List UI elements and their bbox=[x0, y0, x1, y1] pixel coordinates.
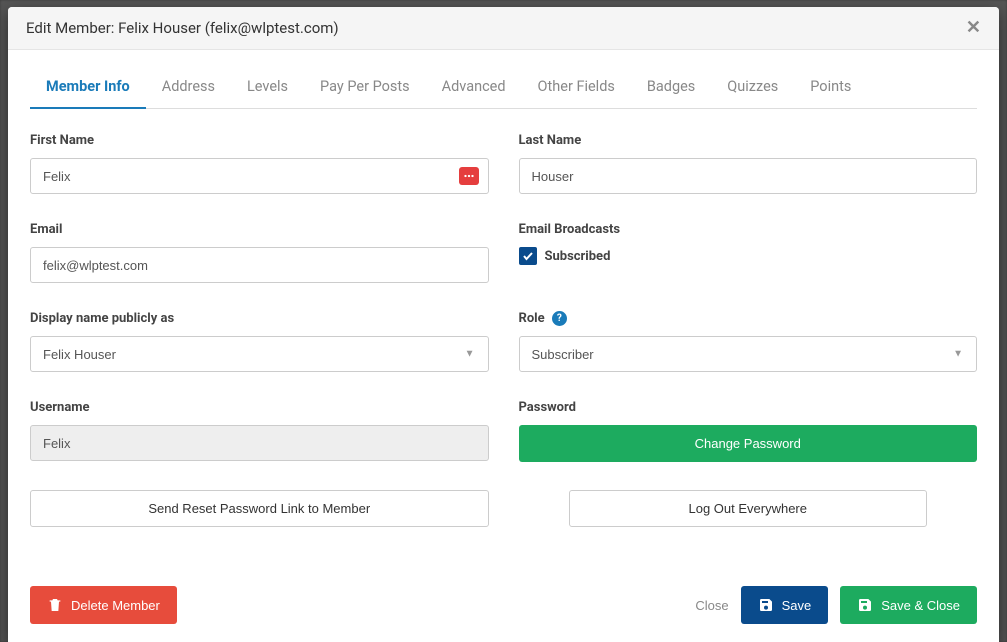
tab-address[interactable]: Address bbox=[146, 68, 231, 109]
tab-other-fields[interactable]: Other Fields bbox=[522, 68, 631, 109]
last-name-input[interactable] bbox=[519, 158, 978, 194]
display-name-select[interactable] bbox=[30, 336, 489, 372]
delete-member-button[interactable]: Delete Member bbox=[30, 586, 177, 624]
tab-bar: Member Info Address Levels Pay Per Posts… bbox=[30, 68, 977, 109]
help-icon[interactable]: ? bbox=[552, 311, 567, 326]
close-button[interactable]: Close bbox=[695, 598, 728, 613]
save-icon bbox=[758, 597, 774, 613]
save-icon bbox=[857, 597, 873, 613]
change-password-button[interactable]: Change Password bbox=[519, 425, 978, 462]
modal-header: Edit Member: Felix Houser (felix@wlptest… bbox=[8, 7, 999, 50]
tab-pay-per-posts[interactable]: Pay Per Posts bbox=[304, 68, 426, 109]
save-close-button[interactable]: Save & Close bbox=[840, 586, 977, 624]
first-name-input[interactable] bbox=[30, 158, 489, 194]
username-label: Username bbox=[30, 400, 489, 415]
password-manager-icon[interactable] bbox=[459, 167, 479, 185]
tab-badges[interactable]: Badges bbox=[631, 68, 711, 109]
send-reset-link-button[interactable]: Send Reset Password Link to Member bbox=[30, 490, 489, 527]
subscribed-checkbox[interactable] bbox=[519, 247, 537, 265]
save-button[interactable]: Save bbox=[741, 586, 829, 624]
last-name-label: Last Name bbox=[519, 133, 978, 148]
display-name-label: Display name publicly as bbox=[30, 311, 489, 326]
role-select[interactable] bbox=[519, 336, 978, 372]
password-label: Password bbox=[519, 400, 978, 415]
edit-member-modal: Edit Member: Felix Houser (felix@wlptest… bbox=[8, 7, 999, 642]
subscribed-label: Subscribed bbox=[545, 249, 611, 264]
tab-points[interactable]: Points bbox=[794, 68, 867, 109]
modal-title: Edit Member: Felix Houser (felix@wlptest… bbox=[26, 19, 339, 37]
close-icon[interactable]: ✕ bbox=[966, 19, 981, 37]
tab-levels[interactable]: Levels bbox=[231, 68, 304, 109]
email-input[interactable] bbox=[30, 247, 489, 283]
tab-quizzes[interactable]: Quizzes bbox=[711, 68, 794, 109]
tab-advanced[interactable]: Advanced bbox=[426, 68, 522, 109]
username-input bbox=[30, 425, 489, 461]
first-name-label: First Name bbox=[30, 133, 489, 148]
tab-member-info[interactable]: Member Info bbox=[30, 68, 146, 109]
role-label: Role ? bbox=[519, 311, 978, 326]
email-label: Email bbox=[30, 222, 489, 237]
trash-icon bbox=[47, 597, 63, 613]
logout-everywhere-button[interactable]: Log Out Everywhere bbox=[569, 490, 927, 527]
broadcasts-label: Email Broadcasts bbox=[519, 222, 978, 237]
modal-footer: Delete Member Close Save Save & Close bbox=[8, 570, 999, 642]
